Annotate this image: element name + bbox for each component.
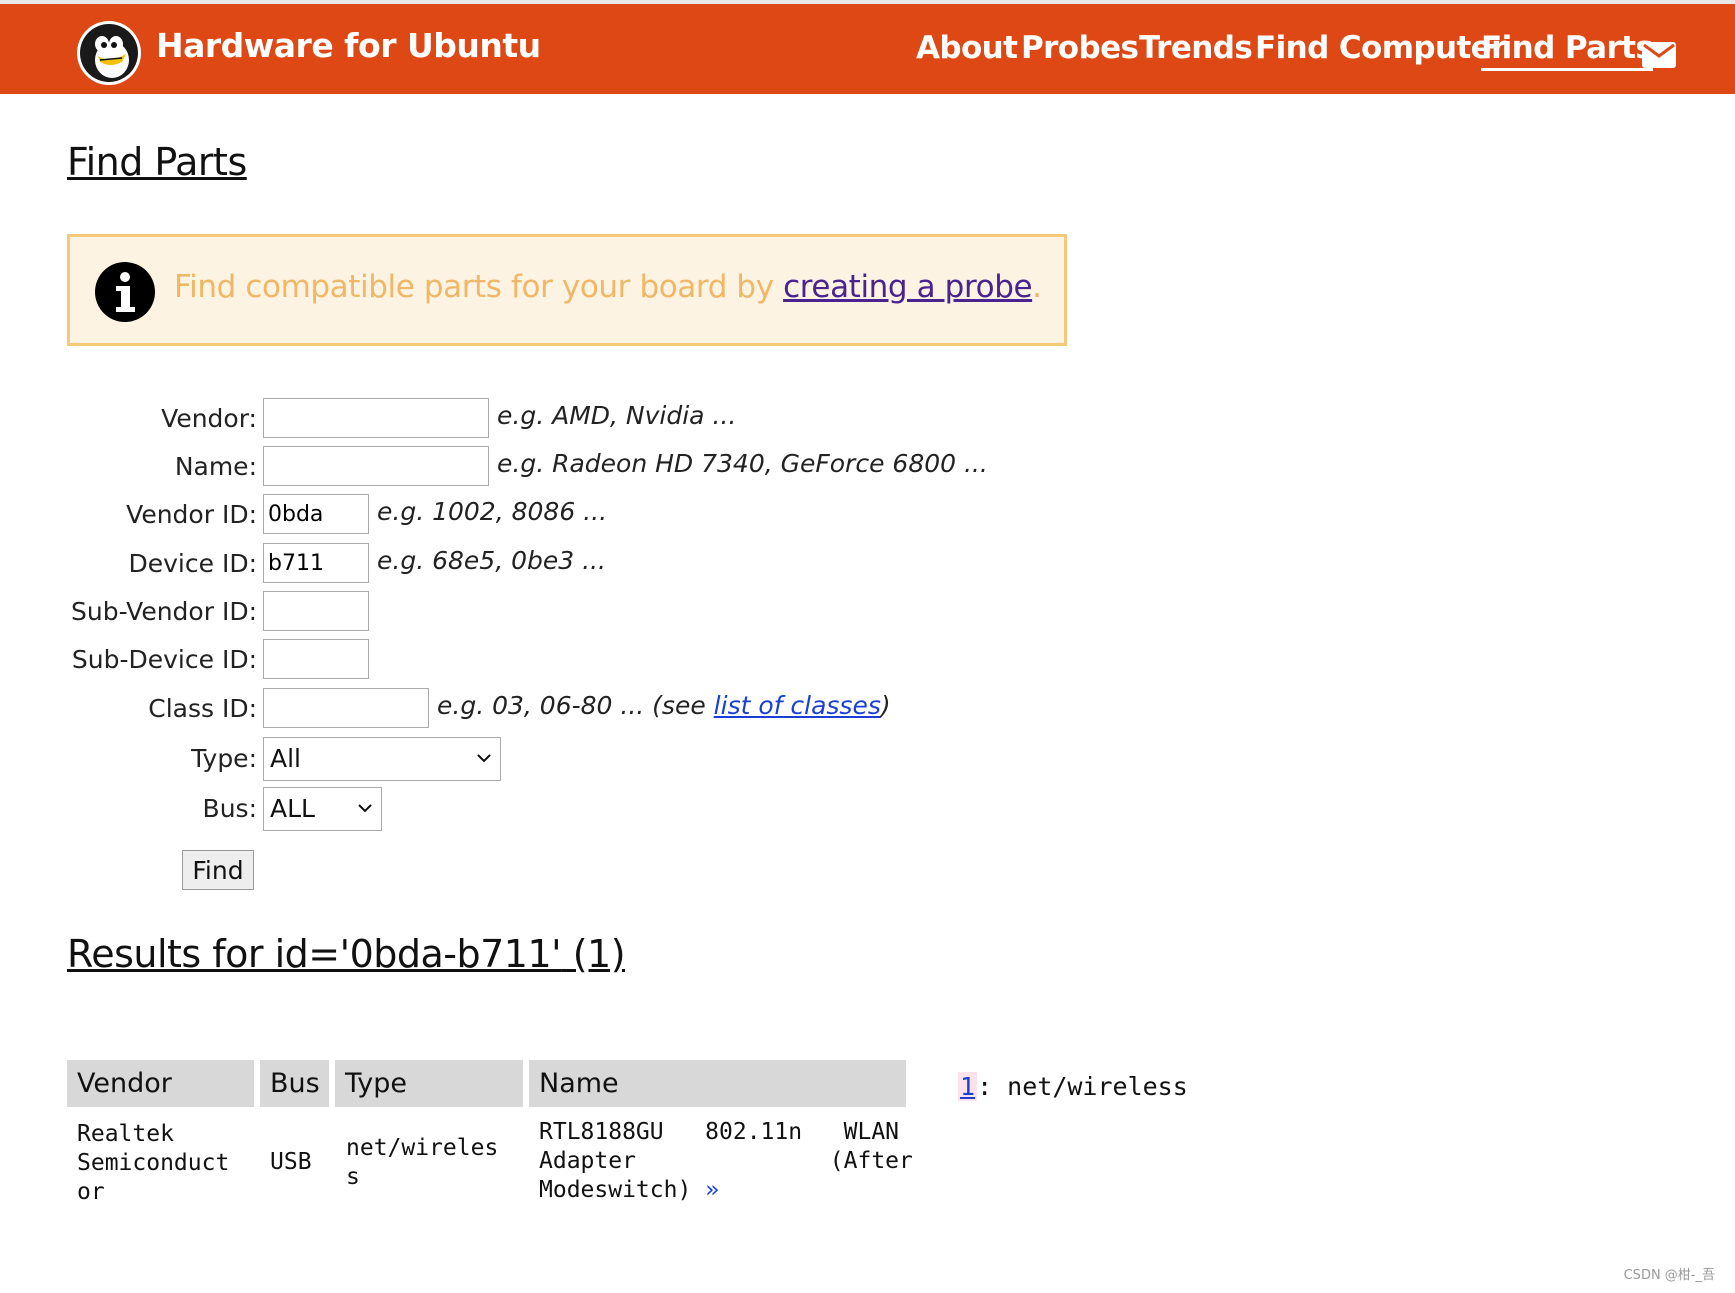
vendor-id-hint: e.g. 1002, 8086 ... <box>377 497 608 526</box>
column-header-bus: Bus <box>260 1060 329 1107</box>
cell-vendor: Realtek Semiconduct or <box>77 1121 230 1205</box>
find-button[interactable]: Find <box>182 850 254 890</box>
watermark: CSDN @柑-_吾 <box>1623 1268 1715 1283</box>
device-id-label: Device ID: <box>128 549 258 578</box>
column-header-type: Type <box>335 1060 523 1107</box>
sub-vendor-id-input[interactable] <box>263 591 369 631</box>
class-id-hint-close: ) <box>880 691 891 720</box>
nav-find-parts[interactable]: Find Parts <box>1481 30 1654 71</box>
site-title[interactable]: Hardware for Ubuntu <box>156 26 541 65</box>
page-title[interactable]: Find Parts <box>67 140 247 184</box>
vendor-input[interactable] <box>263 398 489 438</box>
vendor-id-label: Vendor ID: <box>126 500 257 529</box>
device-id-hint: e.g. 68e5, 0be3 ... <box>377 546 606 575</box>
results-title: Results for id='0bda-b711' (1) <box>67 932 626 976</box>
name-input[interactable] <box>263 446 489 486</box>
envelope-icon[interactable] <box>1642 42 1676 68</box>
vendor-hint: e.g. AMD, Nvidia ... <box>497 401 737 430</box>
name-hint: e.g. Radeon HD 7340, GeForce 6800 ... <box>497 449 988 478</box>
info-icon <box>95 262 155 322</box>
cell-name: RTL8188GU 802.11n WLAN Adapter (After Mo… <box>539 1118 913 1205</box>
class-id-input[interactable] <box>263 688 429 728</box>
creating-probe-link[interactable]: creating a probe <box>783 269 1032 305</box>
sub-vendor-id-label: Sub-Vendor ID: <box>71 597 257 626</box>
type-select[interactable]: All <box>263 737 501 781</box>
type-selected-value: All <box>270 744 301 773</box>
class-id-hint-text: e.g. 03, 06-80 ... (see <box>437 691 714 720</box>
bus-selected-value: ALL <box>270 794 315 823</box>
device-name-text: RTL8188GU 802.11n WLAN Adapter (After Mo… <box>539 1119 913 1203</box>
results-count[interactable]: (1) <box>561 932 626 976</box>
info-notice: Find compatible parts for your board by … <box>67 234 1067 346</box>
site-header: Hardware for Ubuntu About Probes Trends … <box>0 4 1735 94</box>
device-details-link[interactable]: » <box>705 1177 719 1203</box>
notice-text: Find compatible parts for your board by <box>174 269 784 305</box>
notice-message: Find compatible parts for your board by … <box>174 269 1042 305</box>
vendor-label: Vendor: <box>161 404 257 433</box>
chevron-down-icon <box>477 754 491 763</box>
class-id-label: Class ID: <box>148 694 257 723</box>
notice-period: . <box>1032 269 1042 305</box>
column-header-vendor: Vendor <box>67 1060 254 1107</box>
nav-about[interactable]: About <box>916 30 1018 66</box>
class-id-hint: e.g. 03, 06-80 ... (see list of classes) <box>437 691 891 720</box>
bus-select[interactable]: ALL <box>263 787 382 831</box>
device-id-input[interactable] <box>263 543 369 583</box>
type-label: Type: <box>191 744 257 773</box>
bus-label: Bus: <box>202 794 257 823</box>
nav-trends[interactable]: Trends <box>1139 30 1253 66</box>
column-header-name: Name <box>529 1060 906 1107</box>
vendor-id-input[interactable] <box>263 494 369 534</box>
sub-device-id-input[interactable] <box>263 639 369 679</box>
nav-probes[interactable]: Probes <box>1021 30 1139 66</box>
chevron-down-icon <box>358 804 372 813</box>
class-reference: 1: net/wireless <box>958 1072 1188 1101</box>
results-title-text[interactable]: Results for id='0bda-b711' <box>67 932 562 976</box>
class-ref-link[interactable]: 1 <box>958 1072 978 1101</box>
list-of-classes-link[interactable]: list of classes <box>714 691 881 720</box>
class-ref-text: : net/wireless <box>977 1072 1188 1101</box>
nav-find-computer[interactable]: Find Computer <box>1255 30 1506 66</box>
sub-device-id-label: Sub-Device ID: <box>71 645 257 674</box>
penguin-logo[interactable] <box>76 20 142 86</box>
cell-type: net/wireles s <box>346 1135 499 1190</box>
cell-bus: USB <box>270 1149 312 1175</box>
name-label: Name: <box>174 452 257 481</box>
